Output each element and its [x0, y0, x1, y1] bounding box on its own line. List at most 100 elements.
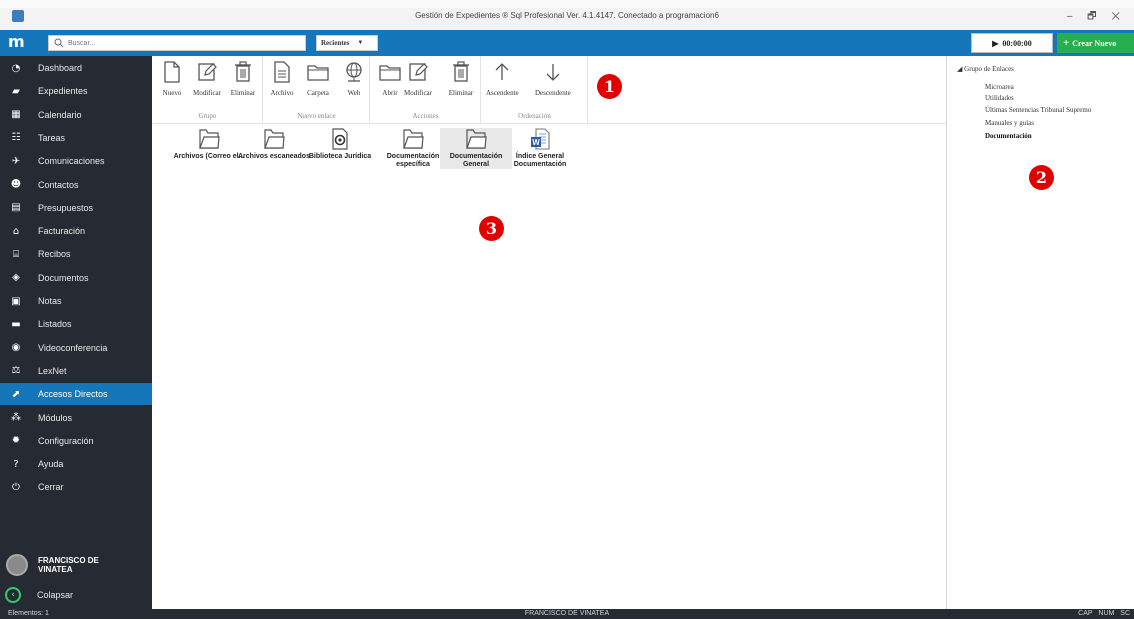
sidebar-item-m-dulos[interactable]: ⁂ Módulos — [0, 407, 152, 429]
sort-descending-button[interactable]: Descendente — [535, 60, 571, 97]
marker-1: 1 — [597, 74, 622, 99]
group-delete-button[interactable]: Eliminar — [230, 60, 256, 97]
ribbon-toolbar: Nuevo Modificar Eliminar Grupo Archivo C… — [153, 56, 946, 124]
search-icon — [54, 38, 64, 48]
app-window: Gestión de Expedientes ® Sql Profesional… — [0, 0, 1134, 619]
new-document-icon — [159, 60, 185, 84]
action-modify-label: Modificar — [404, 89, 432, 97]
sidebar-item-comunicaciones[interactable]: ✈ Comunicaciones — [0, 150, 152, 172]
edit-icon — [194, 60, 220, 84]
sidebar-item-listados[interactable]: ▬ Listados — [0, 313, 152, 335]
folder-icon — [264, 129, 285, 149]
sidebar-item-notas[interactable]: ▣ Notas — [0, 290, 152, 312]
shortcut-item[interactable]: Archivos escaneados — [238, 128, 310, 161]
recent-select-label: Recientes — [321, 39, 350, 47]
notes-icon: ▣ — [11, 295, 21, 307]
sidebar-item-label: Dashboard — [38, 63, 83, 73]
link-web-button[interactable]: Web — [341, 60, 367, 97]
sidebar-item-lexnet[interactable]: ⚖ LexNet — [0, 360, 152, 382]
sidebar-item-configuraci-n[interactable]: ✹ Configuración — [0, 430, 152, 452]
sidebar-item-cerrar[interactable]: ⏻ Cerrar — [0, 476, 152, 498]
ribbon-group-sorting: Ascendente Descendente Ordenación — [482, 56, 588, 124]
sidebar-item-accesos-directos[interactable]: ⬈ Accesos Directos — [0, 383, 152, 406]
arrow-up-icon — [489, 60, 515, 84]
sort-ascending-label: Ascendente — [486, 89, 519, 97]
sidebar-item-tareas[interactable]: ☷ Tareas — [0, 127, 152, 149]
shortcut-label: Índice General Documentación — [513, 153, 567, 168]
marker-2: 2 — [1029, 165, 1054, 190]
sidebar-item-expedientes[interactable]: ▰ Expedientes — [0, 80, 152, 102]
svg-text:W: W — [532, 138, 540, 147]
group-modify-button[interactable]: Modificar — [193, 60, 221, 97]
help-icon: ? — [13, 458, 19, 470]
create-new-button[interactable]: + Crear Nuevo — [1057, 33, 1134, 53]
chevron-down-icon: ▼ — [357, 40, 364, 46]
recent-select[interactable]: Recientes ▼ — [316, 35, 378, 51]
user-profile[interactable]: FRANCISCO DE VINATEA — [0, 545, 152, 585]
trash-icon — [230, 60, 256, 84]
sidebar-item-recibos[interactable]: ⌸ Recibos — [0, 243, 152, 265]
ribbon-group-grupo: Nuevo Modificar Eliminar Grupo — [153, 56, 263, 124]
sidebar-item-videoconferencia[interactable]: ◉ Videoconferencia — [0, 337, 152, 359]
user-name: FRANCISCO DE VINATEA — [38, 556, 99, 574]
shortcut-item[interactable]: Biblioteca Jurídica — [304, 128, 376, 161]
action-delete-button[interactable]: Eliminar — [448, 60, 474, 97]
sidebar-item-label: Listados — [38, 319, 72, 330]
sidebar-item-label: Contactos — [38, 179, 79, 190]
billing-icon: ⌂ — [12, 225, 20, 237]
sidebar-item-facturaci-n[interactable]: ⌂ Facturación — [0, 220, 152, 242]
file-icon — [269, 60, 295, 84]
tree-item-sentencias[interactable]: Últimas Sentencias Tribunal Supremo — [985, 106, 1091, 114]
collapse-button[interactable]: ‹ Colapsar — [0, 584, 152, 606]
sidebar-item-contactos[interactable]: ☻ Contactos — [0, 174, 152, 196]
search-input[interactable] — [68, 39, 288, 47]
shortcut-label: Documentación General — [449, 153, 503, 168]
sidebar-item-documentos[interactable]: ◈ Documentos — [0, 267, 152, 289]
sidebar-item-presupuestos[interactable]: ▤ Presupuestos — [0, 197, 152, 219]
search-box[interactable] — [48, 35, 306, 51]
sidebar-item-ayuda[interactable]: ? Ayuda — [0, 453, 152, 475]
sidebar-item-label: Expedientes — [38, 86, 88, 97]
chevron-left-icon: ‹ — [5, 587, 21, 603]
sidebar-item-label: Configuración — [38, 435, 94, 446]
edit-icon — [405, 60, 431, 84]
web-link-icon — [332, 128, 348, 150]
window-controls[interactable]: – 🗗 ✕ — [1067, 9, 1126, 26]
shortcuts-icon: ⬈ — [11, 388, 21, 400]
action-open-button[interactable]: Abrir — [377, 60, 403, 97]
action-modify-button[interactable]: Modificar — [404, 60, 432, 97]
tree-item-microarea[interactable]: Microarea — [985, 83, 1014, 91]
sidebar: ◔ Dashboard ▰ Expedientes ▦ Calendario ☷ Tareas… — [0, 56, 152, 609]
dashboard-icon: ◔ — [11, 62, 21, 74]
lexnet-icon: ⚖ — [11, 365, 21, 377]
collapse-label: Colapsar — [37, 590, 74, 600]
calendar-icon: ▦ — [11, 109, 21, 121]
tree-item-utilidades[interactable]: Utilidades — [985, 94, 1014, 102]
shortcut-item[interactable]: Archivos (Correo el... — [173, 128, 245, 161]
shortcut-item[interactable]: W Índice General Documentación — [504, 128, 576, 169]
group-new-label: Nuevo — [162, 89, 182, 97]
sort-ascending-button[interactable]: Ascendente — [486, 60, 519, 97]
tree-root-label: Grupo de Enlaces — [964, 65, 1014, 73]
tree-item-documentacion[interactable]: Documentación — [985, 132, 1032, 140]
group-new-button[interactable]: Nuevo — [159, 60, 185, 97]
tree-item-manuales[interactable]: Manuales y guías — [985, 119, 1034, 127]
sidebar-item-calendario[interactable]: ▦ Calendario — [0, 104, 152, 126]
sidebar-item-label: Notas — [38, 296, 62, 306]
timer-button[interactable]: ▶ 00:00:00 — [971, 33, 1053, 53]
brand-logo[interactable]: m — [8, 33, 26, 51]
avatar — [6, 554, 28, 576]
modules-icon: ⁂ — [11, 412, 21, 423]
sidebar-item-label: Presupuestos — [38, 202, 94, 213]
shortcut-item[interactable]: Documentación específica — [377, 128, 449, 169]
link-folder-button[interactable]: Carpeta — [305, 60, 331, 97]
tree-root[interactable]: ◢ Grupo de Enlaces — [957, 65, 1014, 73]
action-delete-label: Eliminar — [448, 89, 474, 97]
status-keys: CAP NUM SC — [1078, 610, 1130, 617]
folder-icon — [305, 60, 331, 84]
ribbon-group-title: Ordenación — [518, 112, 551, 120]
ribbon-group-title: Nuevo enlace — [297, 112, 336, 120]
link-file-button[interactable]: Archivo — [269, 60, 295, 97]
sidebar-item-dashboard[interactable]: ◔ Dashboard — [0, 57, 152, 79]
shortcut-item-selected[interactable]: Documentación General — [440, 128, 512, 169]
